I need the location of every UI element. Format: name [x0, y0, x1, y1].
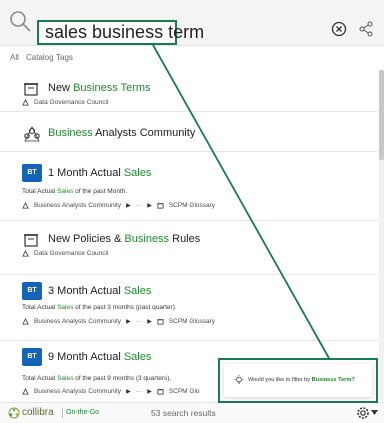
chevron-right-icon: ▶	[147, 389, 152, 395]
result-item[interactable]: Business Analysts Community	[0, 112, 378, 152]
desc-text: Total Actual	[22, 375, 58, 382]
desc-highlight: Sales	[57, 304, 74, 311]
collibra-logo-icon	[8, 407, 20, 419]
community-icon	[24, 126, 40, 142]
result-path: Business Analysts Community ▶ ··· ▶ SCPM…	[22, 202, 215, 209]
business-term-badge: BT	[22, 164, 42, 182]
tooltip-text: Would you like to filter by Business Ter…	[248, 377, 355, 383]
result-description: Total Actual Sales of the past 3 months …	[22, 304, 177, 311]
title-highlight: Sales	[123, 351, 152, 363]
result-item[interactable]: New Business Terms Data Governance Counc…	[0, 70, 378, 112]
path-ellipsis[interactable]: ···	[136, 318, 143, 325]
title-highlight: Business Terms	[73, 82, 151, 94]
filter-suggestion-tooltip[interactable]: Would you like to filter by Business Ter…	[224, 364, 372, 397]
collibra-logo: collibra	[22, 407, 54, 418]
search-bar: sales business term	[0, 0, 384, 46]
footer: collibra On-the-Go 53 search results	[0, 402, 384, 423]
chevron-right-icon: ▶	[147, 319, 152, 325]
tooltip-prompt: Would you like to filter by	[248, 377, 312, 383]
business-term-badge: BT	[22, 348, 42, 366]
title-text: New Policies &	[48, 233, 125, 245]
chevron-right-icon: ▶	[126, 319, 131, 325]
path-item[interactable]: Data Governance Council	[34, 250, 108, 257]
result-path: Data Governance Council	[22, 99, 108, 106]
path-item[interactable]: Data Governance Council	[34, 99, 108, 106]
glossary-icon	[157, 389, 164, 395]
community-icon	[22, 202, 29, 209]
result-item[interactable]: New Policies & Business Rules Data Gover…	[0, 221, 378, 275]
glossary-icon	[157, 203, 164, 209]
search-input[interactable]: sales business term	[45, 21, 204, 43]
search-icon[interactable]	[8, 9, 32, 33]
clear-icon[interactable]	[331, 21, 347, 37]
filter-suggestion-callout: Would you like to filter by Business Ter…	[218, 358, 378, 403]
results-list: New Business Terms Data Governance Counc…	[0, 70, 378, 402]
lightbulb-icon	[234, 375, 244, 384]
filter-suggestion-link[interactable]: Business Term?	[312, 377, 355, 383]
path-item[interactable]: SCPM Glossary	[169, 202, 215, 209]
path-item[interactable]: Business Analysts Community	[34, 388, 121, 395]
chevron-down-icon[interactable]	[371, 410, 378, 415]
chevron-right-icon: ▶	[126, 203, 131, 209]
policy-icon	[24, 83, 38, 96]
path-ellipsis[interactable]: ···	[136, 388, 143, 395]
result-title: 1 Month Actual Sales	[48, 167, 151, 179]
community-icon	[22, 388, 29, 395]
result-path: Business Analysts Community ▶ ··· ▶ SCPM…	[22, 318, 215, 325]
community-icon	[22, 318, 29, 325]
gear-icon[interactable]	[356, 406, 370, 420]
policy-icon	[24, 234, 38, 247]
title-text: New	[48, 82, 74, 94]
logo-subtitle: On-the-Go	[66, 409, 100, 416]
scrollbar[interactable]	[379, 70, 384, 400]
result-path: Data Governance Council	[22, 250, 108, 257]
result-description: Total Actual Sales of the past 9 months …	[22, 375, 171, 382]
community-icon	[22, 99, 29, 106]
desc-highlight: Sales	[57, 375, 74, 382]
title-text: 3 Month Actual	[48, 285, 124, 297]
chevron-right-icon: ▶	[126, 389, 131, 395]
business-term-badge: BT	[22, 282, 42, 300]
title-highlight: Sales	[123, 167, 152, 179]
path-item[interactable]: SCPM Glo	[169, 388, 200, 395]
path-item[interactable]: Business Analysts Community	[34, 202, 121, 209]
result-path: Business Analysts Community ▶ ··· ▶ SCPM…	[22, 388, 200, 395]
title-text: Rules	[169, 233, 201, 245]
logo-divider	[62, 408, 63, 418]
title-highlight: Business	[48, 127, 93, 139]
chevron-right-icon: ▶	[147, 203, 152, 209]
result-count: 53 search results	[151, 408, 216, 418]
title-highlight: Sales	[123, 285, 152, 297]
share-icon[interactable]	[359, 21, 373, 37]
desc-highlight: Sales	[57, 188, 74, 195]
result-title: Business Analysts Community	[48, 127, 195, 139]
filter-tabs: All Catalog Tags	[0, 48, 384, 70]
desc-text: of the past Month.	[73, 188, 128, 195]
result-title: New Business Terms	[48, 82, 151, 94]
tab-tags[interactable]: Tags	[56, 53, 73, 62]
title-text: 1 Month Actual	[48, 167, 124, 179]
result-description: Total Actual Sales of the past Month.	[22, 188, 127, 195]
result-title: New Policies & Business Rules	[48, 233, 200, 245]
tab-all[interactable]: All	[10, 53, 19, 62]
title-text: 9 Month Actual	[48, 351, 124, 363]
community-icon	[22, 250, 29, 257]
tab-catalog[interactable]: Catalog	[26, 53, 54, 62]
desc-text: of the past 3 months (past quarter).	[73, 304, 177, 311]
result-item[interactable]: BT 1 Month Actual Sales Total Actual Sal…	[0, 152, 378, 221]
desc-text: of the past 9 months (3 quarters).	[73, 375, 172, 382]
desc-text: Total Actual	[22, 188, 58, 195]
path-ellipsis[interactable]: ···	[136, 202, 143, 209]
title-text: Analysts Community	[92, 127, 196, 139]
desc-text: Total Actual	[22, 304, 58, 311]
result-item[interactable]: BT 3 Month Actual Sales Total Actual Sal…	[0, 275, 378, 341]
glossary-icon	[157, 319, 164, 325]
path-item[interactable]: Business Analysts Community	[34, 318, 121, 325]
scroll-thumb[interactable]	[379, 70, 384, 160]
result-title: 3 Month Actual Sales	[48, 285, 151, 297]
result-title: 9 Month Actual Sales	[48, 351, 151, 363]
path-item[interactable]: SCPM Glossary	[169, 318, 215, 325]
title-highlight: Business	[124, 233, 170, 245]
